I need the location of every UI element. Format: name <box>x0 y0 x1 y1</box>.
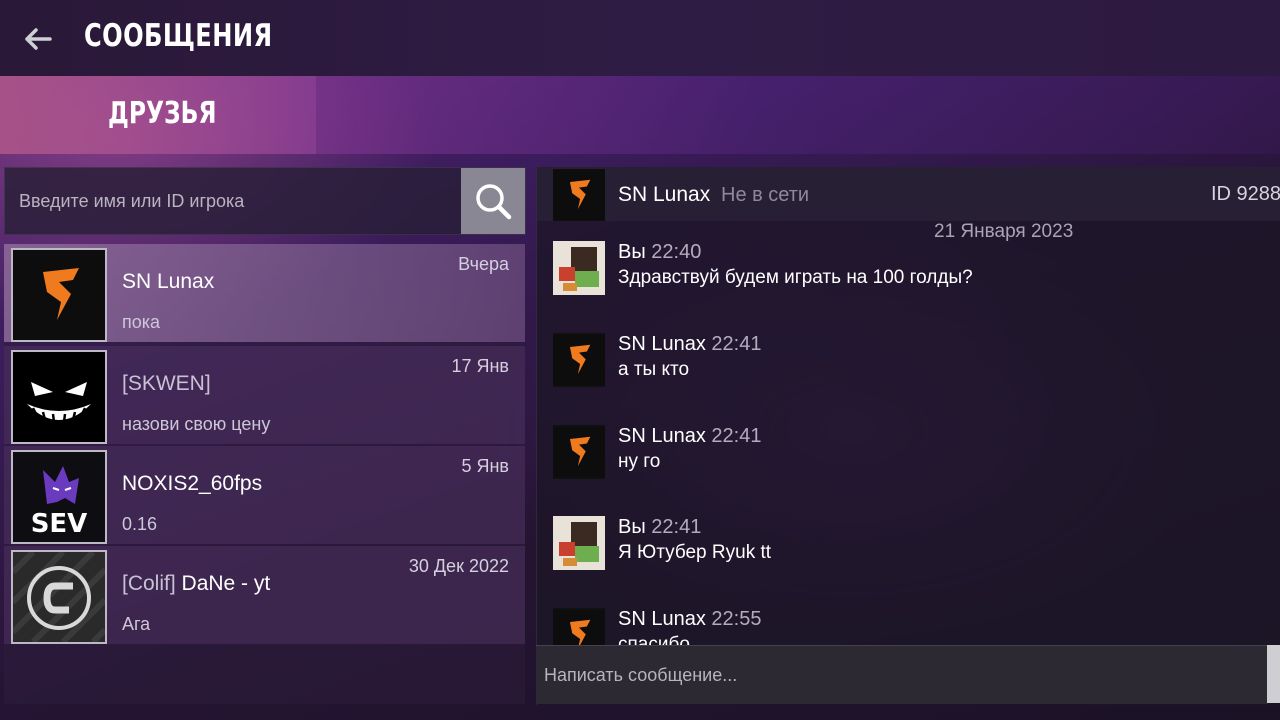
message-author: SN Lunax 22:41 <box>618 425 762 447</box>
search-bar <box>4 167 526 235</box>
c-circle-logo-icon <box>13 552 105 642</box>
orange-s-logo-icon <box>553 609 605 645</box>
avatar <box>553 241 605 295</box>
svg-text:SEV: SEV <box>31 509 88 539</box>
message-time: 22:41 <box>651 516 702 538</box>
friend-clan: [SKWEN] <box>122 372 211 395</box>
date-separator: 21 Января 2023 <box>934 221 1074 242</box>
chat-header: SN Lunax Не в сети ID 9288 <box>537 167 1280 221</box>
blocky-character-avatar-icon <box>553 241 605 295</box>
friends-list: SN Lunax пока Вчера [SKWEN] назови свою … <box>4 244 525 704</box>
avatar <box>11 550 107 644</box>
grin-face-logo-icon <box>13 352 105 442</box>
message-text: а ты кто <box>618 359 690 380</box>
message-time: 22:55 <box>711 608 762 630</box>
message: Вы 22:40 Здравствуй будем играть на 100 … <box>553 241 1253 297</box>
avatar <box>553 516 605 570</box>
tab-friends[interactable]: ДРУЗЬЯ <box>0 76 316 154</box>
search-button[interactable] <box>461 168 525 234</box>
avatar <box>11 350 107 444</box>
orange-s-logo-icon <box>553 426 605 478</box>
friend-date: 5 Янв <box>461 456 509 476</box>
friend-name: NOXIS2_60fps <box>122 472 263 495</box>
message-composer <box>536 645 1268 704</box>
contact-avatar[interactable] <box>553 169 605 221</box>
message-text: ну го <box>618 451 661 472</box>
message-input[interactable] <box>536 646 1268 704</box>
page-title: СООБЩЕНИЯ <box>84 18 273 54</box>
friend-last-message: пока <box>122 312 161 332</box>
sev-wolf-logo-icon: SEV <box>13 452 105 542</box>
tab-friends-label: ДРУЗЬЯ <box>108 96 217 131</box>
friend-name: [Colif] DaNe - yt <box>122 572 270 596</box>
avatar <box>553 333 605 387</box>
friend-item-noxis2[interactable]: SEV NOXIS2_60fps 0.16 5 Янв <box>4 446 525 544</box>
message-text: Здравствуй будем играть на 100 голды? <box>618 267 973 288</box>
friend-nick: DaNe - yt <box>181 572 271 595</box>
message-time: 22:41 <box>711 333 762 355</box>
friend-date: 30 Дек 2022 <box>408 556 509 576</box>
search-icon <box>476 184 512 220</box>
message: SN Lunax 22:41 а ты кто <box>553 333 1253 389</box>
orange-s-logo-icon <box>13 250 105 340</box>
friend-date: 17 Янв <box>451 356 509 376</box>
back-button[interactable] <box>20 22 56 56</box>
friend-item-sn-lunax[interactable]: SN Lunax пока Вчера <box>4 244 525 342</box>
message-text: Я Ютубер Ryuk tt <box>618 542 772 563</box>
avatar <box>553 425 605 479</box>
message-author: SN Lunax 22:55 <box>618 608 762 630</box>
chat-panel: SN Lunax Не в сети ID 9288 21 Января 202… <box>536 167 1280 705</box>
orange-s-logo-icon <box>553 334 605 386</box>
search-input[interactable] <box>5 168 457 234</box>
contact-name: SN Lunax <box>618 183 711 206</box>
message: SN Lunax 22:55 спасибо <box>553 608 1253 645</box>
friend-last-message: назови свою цену <box>122 414 271 434</box>
friend-last-message: Ага <box>122 614 151 634</box>
message-author: Вы 22:41 <box>618 516 702 538</box>
contact-id: ID 9288 <box>1211 183 1280 205</box>
orange-s-logo-icon <box>553 169 605 221</box>
avatar <box>11 248 107 342</box>
message-author: SN Lunax 22:41 <box>618 333 762 355</box>
message-text: спасибо <box>618 634 690 645</box>
contact-status: Не в сети <box>721 184 810 206</box>
arrow-left-icon <box>25 28 52 50</box>
avatar: SEV <box>11 450 107 544</box>
message-time: 22:41 <box>711 425 762 447</box>
friend-item-dane[interactable]: [Colif] DaNe - yt Ага 30 Дек 2022 <box>4 546 525 644</box>
friend-item-skwen[interactable]: [SKWEN] назови свою цену 17 Янв <box>4 346 525 444</box>
friend-name: [SKWEN] <box>122 372 211 396</box>
message-time: 22:40 <box>651 241 702 263</box>
top-bar: СООБЩЕНИЯ <box>0 0 1280 76</box>
friend-date: Вчера <box>458 254 509 274</box>
message-author: Вы 22:40 <box>618 241 702 263</box>
friend-name: SN Lunax <box>122 270 215 293</box>
friend-clan: [Colif] <box>122 572 176 595</box>
send-button[interactable] <box>1267 645 1280 703</box>
message: Вы 22:41 Я Ютубер Ryuk tt <box>553 516 1253 572</box>
avatar <box>553 608 605 645</box>
blocky-character-avatar-icon <box>553 516 605 570</box>
tab-bar: ДРУЗЬЯ <box>0 76 1280 154</box>
message: SN Lunax 22:41 ну го <box>553 425 1253 481</box>
friend-last-message: 0.16 <box>122 514 158 534</box>
